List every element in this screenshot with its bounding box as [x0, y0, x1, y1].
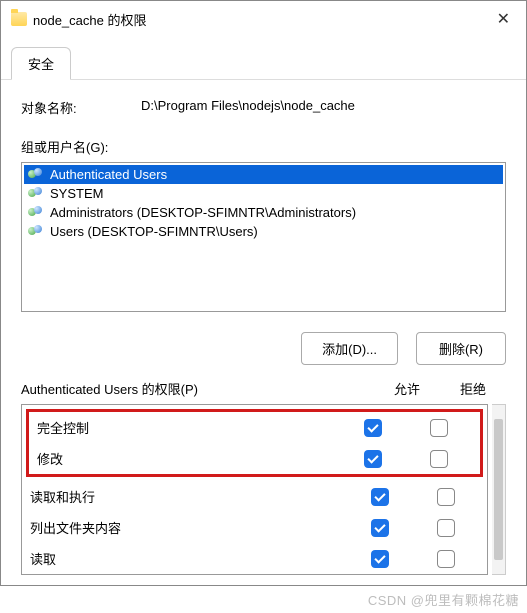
add-button[interactable]: 添加(D)... [301, 332, 398, 365]
list-item-label: SYSTEM [50, 186, 103, 201]
deny-checkbox[interactable] [430, 450, 448, 468]
remove-button[interactable]: 删除(R) [416, 332, 506, 365]
scrollbar-thumb[interactable] [494, 419, 503, 560]
list-item[interactable]: Users (DESKTOP-SFIMNTR\Users) [24, 222, 503, 241]
allow-checkbox[interactable] [364, 450, 382, 468]
users-icon [28, 168, 46, 182]
object-name-label: 对象名称: [21, 98, 141, 117]
permission-row: 读取 [22, 543, 487, 574]
group-users-label: 组或用户名(G): [21, 137, 506, 156]
object-name-row: 对象名称: D:\Program Files\nodejs\node_cache [21, 98, 506, 117]
group-users-listbox[interactable]: Authenticated Users SYSTEM Administrators … [21, 162, 506, 312]
window-title: node_cache 的权限 [33, 10, 146, 29]
permission-highlight: 完全控制修改 [26, 409, 483, 477]
close-button[interactable]: ✕ [491, 7, 516, 31]
users-icon [28, 206, 46, 220]
permissions-title: Authenticated Users 的权限(P) [21, 379, 374, 398]
allow-checkbox[interactable] [371, 519, 389, 537]
tab-strip: 安全 [1, 37, 526, 80]
users-icon [28, 225, 46, 239]
button-row: 添加(D)... 删除(R) [21, 332, 506, 365]
users-icon [28, 187, 46, 201]
deny-checkbox[interactable] [437, 519, 455, 537]
tab-security[interactable]: 安全 [11, 47, 71, 80]
permission-name: 完全控制 [37, 418, 340, 437]
permission-row: 完全控制 [29, 412, 480, 443]
title-bar: node_cache 的权限 ✕ [1, 1, 526, 37]
watermark: CSDN @兜里有颗棉花糖 [0, 586, 527, 613]
permissions-listbox: 完全控制修改读取和执行列出文件夹内容读取 [21, 404, 488, 575]
properties-dialog: node_cache 的权限 ✕ 安全 对象名称: D:\Program Fil… [0, 0, 527, 586]
permission-name: 修改 [37, 449, 340, 468]
permission-name: 读取 [30, 549, 347, 568]
permission-name: 读取和执行 [30, 487, 347, 506]
list-item-label: Administrators (DESKTOP-SFIMNTR\Administ… [50, 205, 356, 220]
permission-name: 列出文件夹内容 [30, 518, 347, 537]
allow-checkbox[interactable] [371, 488, 389, 506]
permissions-header: Authenticated Users 的权限(P) 允许 拒绝 [21, 379, 506, 398]
permissions-wrap: 完全控制修改读取和执行列出文件夹内容读取 [21, 404, 506, 575]
permissions-scrollbar[interactable] [492, 404, 506, 575]
tab-content: 对象名称: D:\Program Files\nodejs\node_cache… [1, 80, 526, 585]
allow-checkbox[interactable] [371, 550, 389, 568]
permission-row: 修改 [29, 443, 480, 474]
permission-row: 列出文件夹内容 [22, 512, 487, 543]
list-item-label: Authenticated Users [50, 167, 167, 182]
object-name-value: D:\Program Files\nodejs\node_cache [141, 98, 355, 117]
list-item[interactable]: Authenticated Users [24, 165, 503, 184]
deny-checkbox[interactable] [437, 550, 455, 568]
deny-checkbox[interactable] [437, 488, 455, 506]
list-item-label: Users (DESKTOP-SFIMNTR\Users) [50, 224, 258, 239]
list-item[interactable]: Administrators (DESKTOP-SFIMNTR\Administ… [24, 203, 503, 222]
allow-column-header: 允许 [374, 379, 440, 398]
permission-row: 读取和执行 [22, 481, 487, 512]
allow-checkbox[interactable] [364, 419, 382, 437]
folder-icon [11, 12, 27, 26]
deny-checkbox[interactable] [430, 419, 448, 437]
deny-column-header: 拒绝 [440, 379, 506, 398]
list-item[interactable]: SYSTEM [24, 184, 503, 203]
